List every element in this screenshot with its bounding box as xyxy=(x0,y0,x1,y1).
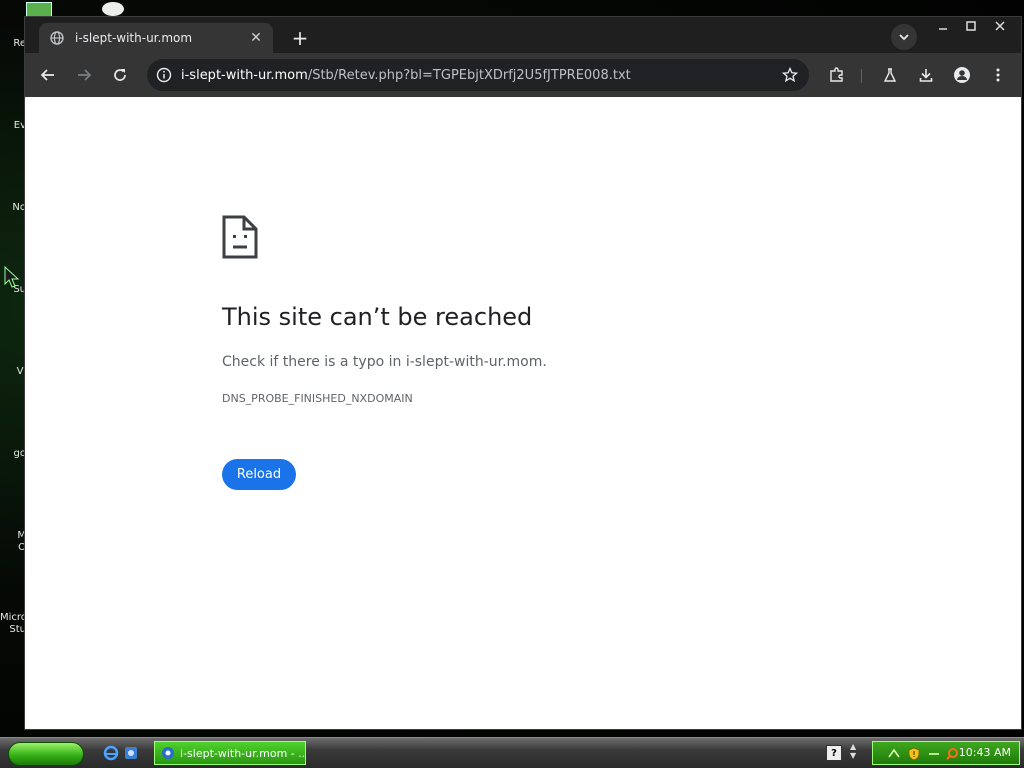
desktop-icon-label-3[interactable]: No xyxy=(0,202,26,213)
tab-search-button[interactable] xyxy=(891,24,917,50)
tab-strip: i-slept-with-ur.mom ✕ + xyxy=(25,17,1021,53)
network-tray-icon[interactable] xyxy=(887,747,901,761)
page-content: This site can’t be reached Check if ther… xyxy=(25,97,1021,729)
error-code: DNS_PROBE_FINISHED_NXDOMAIN xyxy=(222,392,413,405)
reload-icon xyxy=(114,69,126,81)
error-suggestion: Check if there is a typo in i-slept-with… xyxy=(222,354,547,370)
help-icon[interactable]: ? xyxy=(826,745,842,761)
url-path: /Stb/Retev.php?bl=TGPEbjtXDrfj2U5fJTPRE0… xyxy=(307,67,631,83)
tray-scroll-arrows-icon[interactable]: ▲ ▼ xyxy=(850,742,856,760)
start-button[interactable] xyxy=(8,742,84,766)
taskbar-window-title: i-slept-with-ur.mom - ... xyxy=(180,746,306,760)
desktop-icon-label-1[interactable]: Re xyxy=(0,38,26,49)
profile-icon xyxy=(954,67,970,83)
forward-button[interactable] xyxy=(72,63,96,87)
svg-text:!: ! xyxy=(912,750,915,759)
tab-title: i-slept-with-ur.mom xyxy=(75,31,193,45)
url-text[interactable]: i-slept-with-ur.mom/Stb/Retev.php?bl=TGP… xyxy=(181,68,631,83)
error-title: This site can’t be reached xyxy=(222,303,533,331)
maximize-icon xyxy=(966,21,976,31)
new-tab-button[interactable]: + xyxy=(287,25,313,51)
close-icon xyxy=(995,21,1005,31)
tab-close-icon[interactable]: ✕ xyxy=(247,29,265,47)
maximize-button[interactable] xyxy=(956,17,986,35)
extensions-icon xyxy=(830,67,843,82)
quicklaunch-ie-icon[interactable] xyxy=(102,744,120,762)
globe-icon xyxy=(49,30,65,46)
taskbar-window-button[interactable]: i-slept-with-ur.mom - ... xyxy=(154,741,306,765)
reload-page-button[interactable]: Reload xyxy=(222,459,296,490)
menu-dots-icon xyxy=(996,68,1000,82)
desktop-icon-art-top-2[interactable] xyxy=(102,2,124,16)
toolbar-separator xyxy=(861,69,862,83)
reload-button[interactable] xyxy=(108,63,132,87)
address-bar[interactable]: i-slept-with-ur.mom/Stb/Retev.php?bl=TGP… xyxy=(147,59,809,91)
info-icon[interactable] xyxy=(155,66,173,84)
bookmark-star-icon[interactable] xyxy=(781,66,799,84)
browser-task-icon xyxy=(162,747,174,759)
close-window-button[interactable] xyxy=(985,17,1015,35)
desktop-icon-label-2[interactable]: Ev xyxy=(0,120,26,131)
chevron-down-icon xyxy=(899,34,909,41)
quicklaunch-app-icon[interactable] xyxy=(122,744,140,762)
url-host: i-slept-with-ur.mom xyxy=(181,67,308,83)
labs-button[interactable] xyxy=(878,63,902,87)
menu-button[interactable] xyxy=(986,63,1010,87)
tab-active[interactable]: i-slept-with-ur.mom ✕ xyxy=(39,23,273,53)
mouse-cursor-icon xyxy=(4,266,20,288)
labs-icon xyxy=(883,68,897,82)
extensions-button[interactable] xyxy=(825,63,849,87)
minimize-button[interactable] xyxy=(928,17,958,35)
browser-window: i-slept-with-ur.mom ✕ + i-slept-with-ur.… xyxy=(24,16,1022,730)
taskbar: i-slept-with-ur.mom - ... ? ▲ ▼ ! 10:43 A… xyxy=(0,737,1024,768)
sad-page-icon xyxy=(222,215,258,259)
desktop-icon-label-5[interactable]: Vi xyxy=(0,366,26,377)
minimize-icon xyxy=(939,28,947,30)
desktop-icon-label-7[interactable]: M O xyxy=(0,530,26,554)
desktop-icon-label-8[interactable]: Micro Stu xyxy=(0,612,26,636)
downloads-button[interactable] xyxy=(914,63,938,87)
browser-toolbar: i-slept-with-ur.mom/Stb/Retev.php?bl=TGP… xyxy=(25,53,1021,97)
system-tray: ! 10:43 AM xyxy=(872,741,1020,765)
volume-tray-icon[interactable] xyxy=(927,747,941,761)
security-shield-icon[interactable]: ! xyxy=(907,747,921,761)
download-icon xyxy=(919,69,933,82)
desktop-icon-label-6[interactable]: go xyxy=(0,448,26,459)
back-icon xyxy=(40,69,54,81)
search-tray-icon[interactable] xyxy=(945,747,959,761)
profile-button[interactable] xyxy=(950,63,974,87)
forward-icon xyxy=(78,69,92,81)
clock[interactable]: 10:43 AM xyxy=(959,746,1011,759)
back-button[interactable] xyxy=(36,63,60,87)
